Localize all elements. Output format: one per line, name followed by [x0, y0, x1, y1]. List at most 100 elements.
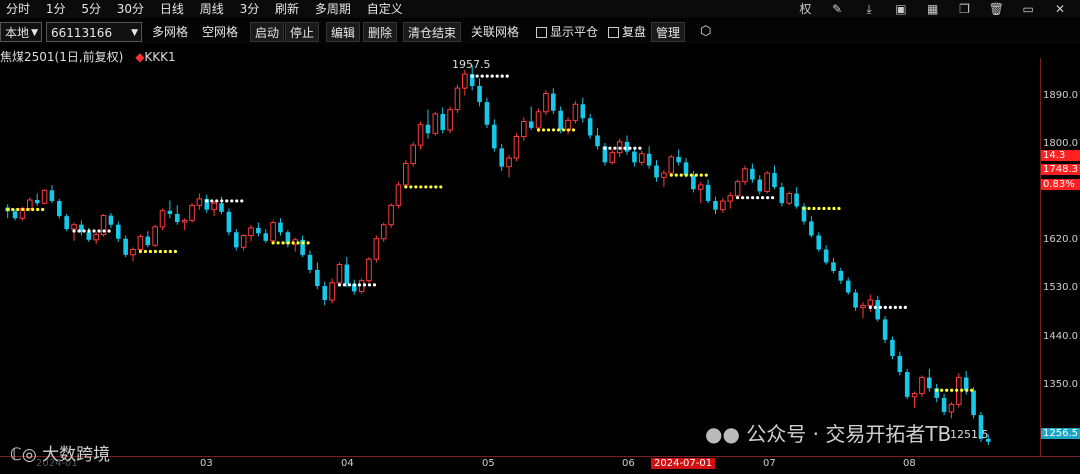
candle-body [211, 202, 217, 211]
candle-body [646, 153, 652, 166]
grid-signal-dot [495, 74, 499, 78]
candle-body [734, 181, 741, 197]
grid-signal-dot [541, 128, 546, 132]
candle-body [697, 184, 704, 190]
candle-body [543, 92, 549, 113]
grid-signal-dot [168, 249, 173, 254]
date-axis: 2024-01 03 04 05 06 2024-07-01 07 08 [0, 456, 1080, 474]
grid-signal-dot [153, 249, 158, 254]
last-price-badge: 1256.5 [1041, 428, 1080, 439]
candle-body [344, 264, 350, 284]
window-icon[interactable]: ▭ [1014, 0, 1042, 18]
candle-body [477, 85, 482, 103]
grid-signal-dot [970, 388, 974, 392]
menu-item-multi-period[interactable]: 多周期 [309, 0, 357, 18]
grid-signal-dot [955, 388, 959, 392]
menu-item-refresh[interactable]: 刷新 [269, 0, 305, 18]
source-select[interactable]: 本地 ▼ [0, 22, 42, 42]
grid-signal-dot [950, 388, 954, 392]
start-button[interactable]: 启动 [250, 22, 285, 42]
short-grid-button[interactable]: 空网格 [202, 22, 238, 42]
grid-signal-dot [771, 196, 775, 200]
settings-hex-icon[interactable]: ⬡ [700, 22, 711, 42]
trash-icon[interactable]: 🗑 [982, 0, 1010, 18]
grid-signal-dot [31, 207, 35, 212]
grid-signal-dot [480, 74, 484, 78]
watermark-left-text: 大数跨境 [42, 445, 111, 465]
grid-signal-dot [414, 185, 418, 189]
grid-signal-dot [566, 128, 571, 132]
candle-body [395, 184, 402, 206]
candle-body [823, 249, 829, 263]
menu-item-fenshi[interactable]: 分时 [0, 0, 36, 18]
replay-label: 复盘 [622, 25, 647, 39]
edit-button[interactable]: 编辑 [326, 22, 361, 42]
grid-signal-dot [210, 199, 214, 203]
candle-body [307, 254, 313, 270]
candle-body [93, 233, 99, 241]
menu-item-5min[interactable]: 5分 [75, 0, 107, 18]
candlestick-chart[interactable] [0, 58, 1040, 456]
toolbar: 本地 ▼ 66113166 ▼ 多网格 空网格 启动 停止 编辑 删除 清仓结束… [0, 20, 1080, 44]
code-select[interactable]: 66113166 ▼ [46, 22, 142, 42]
candle-body [809, 221, 814, 236]
candle-body [484, 102, 490, 125]
copy-icon[interactable]: ❐ [951, 0, 979, 18]
grid-signal-dot [623, 146, 627, 150]
grid-signal-dot [500, 74, 504, 78]
close-icon[interactable]: ✕ [1046, 0, 1074, 18]
menu-item-3min[interactable]: 3分 [234, 0, 266, 18]
y-tick: 1800.0 [1043, 138, 1078, 149]
menu-item-daily[interactable]: 日线 [154, 0, 190, 18]
candle-body [638, 153, 645, 163]
grid-signal-dot [505, 74, 509, 78]
candle-body [632, 151, 637, 163]
candle-body [845, 280, 851, 293]
grid-signal-dot [571, 128, 576, 132]
close-position-end-button[interactable]: 清仓结束 [403, 22, 462, 42]
grid-signal-dot [424, 185, 428, 189]
image-icon[interactable]: ▣ [887, 0, 915, 18]
show-close-checkbox[interactable]: 显示平仓 [536, 22, 598, 42]
candle-body [108, 215, 114, 225]
grid-signal-dot [746, 196, 750, 200]
link-grid-button[interactable]: 关联网格 [471, 22, 519, 42]
candle-body [432, 113, 439, 134]
candle-body [558, 110, 563, 131]
download-icon[interactable]: ⤓ [855, 0, 883, 18]
candle-body [764, 172, 770, 192]
manage-button[interactable]: 管理 [651, 22, 686, 42]
rights-label[interactable]: 权 [791, 0, 819, 18]
candle-body [757, 179, 763, 192]
candle-body [720, 200, 726, 211]
long-grid-button[interactable]: 多网格 [152, 22, 188, 42]
grid-signal-dot [868, 305, 872, 310]
replay-checkbox[interactable]: 复盘 [608, 22, 646, 42]
candle-body [226, 211, 232, 233]
candle-body [263, 233, 269, 241]
menu-item-30min[interactable]: 30分 [111, 0, 150, 18]
delete-button[interactable]: 删除 [363, 22, 398, 42]
grid-icon[interactable]: ▦ [919, 0, 947, 18]
checkbox-icon [536, 27, 547, 38]
candle-body [521, 120, 527, 138]
menu-item-1min[interactable]: 1分 [40, 0, 72, 18]
stop-button[interactable]: 停止 [285, 22, 320, 42]
candle-body [174, 213, 180, 223]
grid-signal-dot [347, 283, 352, 287]
y-tick: 1620.0 [1043, 234, 1078, 245]
candle-body [278, 222, 283, 233]
grid-signal-dot [21, 207, 25, 212]
grid-signal-dot [342, 283, 347, 287]
edit-icon[interactable]: ✎ [823, 0, 851, 18]
candle-body [12, 211, 18, 219]
candle-body [713, 201, 718, 210]
menu-item-custom[interactable]: 自定义 [361, 0, 409, 18]
candle-body [447, 109, 453, 131]
grid-signal-dot [888, 305, 892, 310]
candle-body [860, 304, 866, 309]
candle-body [27, 199, 33, 210]
candle-body [270, 222, 276, 242]
grid-signal-dot [158, 249, 163, 254]
menu-item-weekly[interactable]: 周线 [194, 0, 230, 18]
